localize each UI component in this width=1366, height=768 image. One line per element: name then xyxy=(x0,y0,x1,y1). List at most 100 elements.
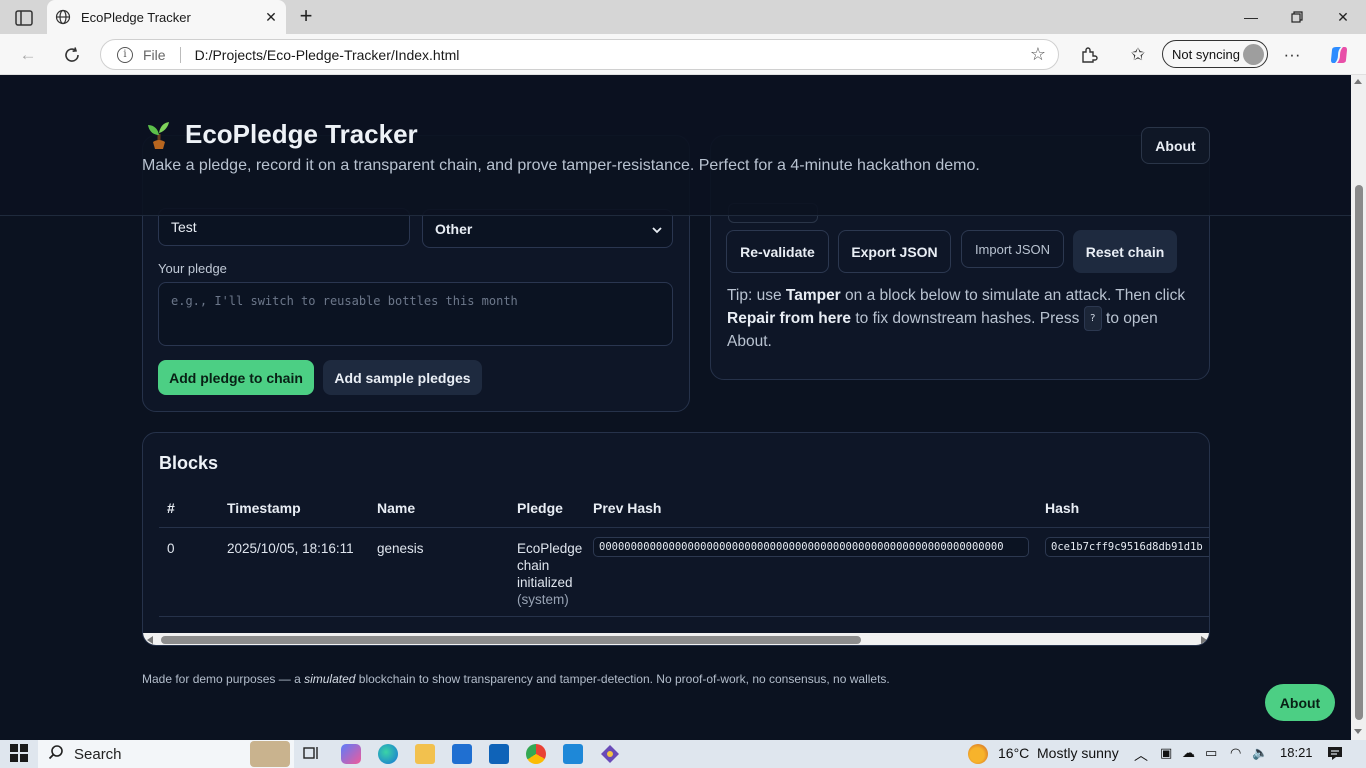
revalidate-button[interactable]: Re-validate xyxy=(726,230,829,273)
weather-condition: Mostly sunny xyxy=(1037,745,1119,761)
import-json-button[interactable]: Import JSON xyxy=(961,230,1064,268)
page-scrollbar[interactable] xyxy=(1351,75,1366,740)
pledge-textarea[interactable]: e.g., I'll switch to reusable bottles th… xyxy=(158,282,673,346)
sync-label: Not syncing xyxy=(1172,46,1240,62)
back-icon[interactable]: ← xyxy=(14,41,42,69)
tip-text: Tip: use Tamper on a block below to simu… xyxy=(727,285,1197,352)
clock-time[interactable]: 18:21 xyxy=(1280,745,1313,760)
scroll-down-icon[interactable] xyxy=(1354,729,1362,734)
tip-after: to fix downstream hashes. Press xyxy=(855,310,1080,327)
favorite-star-icon[interactable]: ☆ xyxy=(1018,44,1058,65)
search-label: Search xyxy=(74,745,122,763)
search-icon xyxy=(48,744,64,764)
globe-icon xyxy=(55,9,71,25)
scroll-right-icon[interactable] xyxy=(1201,636,1207,644)
export-json-button[interactable]: Export JSON xyxy=(838,230,951,273)
table-row-divider xyxy=(159,616,1209,617)
sprout-icon xyxy=(148,121,169,149)
copilot-taskbar-icon[interactable] xyxy=(341,744,361,764)
col-prev-hash: Prev Hash xyxy=(593,500,662,516)
footer-after: blockchain to show transparency and tamp… xyxy=(358,672,890,686)
page-scrollbar-thumb[interactable] xyxy=(1355,185,1363,720)
cell-timestamp: 2025/10/05, 18:16:11 xyxy=(227,541,354,556)
cell-name: genesis xyxy=(377,541,424,556)
app-icon[interactable] xyxy=(600,744,620,764)
tray-apps-icon[interactable]: ▣ xyxy=(1160,745,1172,761)
vscode-icon[interactable] xyxy=(563,744,583,764)
browser-tab-bar: EcoPledge Tracker ✕ + — ✕ xyxy=(0,0,1366,34)
site-info-icon[interactable]: i xyxy=(117,46,133,63)
profile-avatar-icon xyxy=(1243,44,1264,65)
tip-mid: on a block below to simulate an attack. … xyxy=(845,287,1186,304)
pledge-line: EcoPledge xyxy=(517,541,583,556)
wifi-icon[interactable]: ◠ xyxy=(1230,745,1241,761)
app-header: EcoPledge Tracker Make a pledge, record … xyxy=(0,75,1351,216)
col-timestamp: Timestamp xyxy=(227,500,301,516)
pledge-line: chain xyxy=(517,558,550,573)
category-value: Other xyxy=(435,220,473,237)
prev-hash-code: 0000000000000000000000000000000000000000… xyxy=(593,537,1029,557)
store-icon[interactable] xyxy=(452,744,472,764)
shortcut-key: ? xyxy=(1083,306,1102,331)
horizontal-scrollbar[interactable] xyxy=(143,633,1209,645)
tip-tamper: Tamper xyxy=(785,287,841,304)
about-button[interactable]: About xyxy=(1141,127,1210,164)
close-tab-icon[interactable]: ✕ xyxy=(256,9,286,26)
copilot-icon[interactable] xyxy=(1326,42,1352,68)
page-viewport: EcoPledge Tracker Make a pledge, record … xyxy=(0,75,1351,740)
add-pledge-button[interactable]: Add pledge to chain xyxy=(158,360,314,395)
col-index: # xyxy=(167,500,175,516)
about-floating-button[interactable]: About xyxy=(1265,684,1335,721)
tray-chevron-up-icon[interactable]: ︿ xyxy=(1134,745,1148,765)
hash-code: 0ce1b7cff9c9516d8db91d1b xyxy=(1045,537,1209,557)
refresh-icon[interactable] xyxy=(58,41,86,69)
scroll-left-icon[interactable] xyxy=(147,636,153,644)
add-sample-pledges-button[interactable]: Add sample pledges xyxy=(323,360,482,395)
sync-status-button[interactable]: Not syncing xyxy=(1162,40,1268,68)
col-pledge: Pledge xyxy=(517,500,563,516)
outlook-icon[interactable] xyxy=(489,744,509,764)
volume-icon[interactable]: 🔈 xyxy=(1252,745,1268,761)
battery-icon[interactable]: ▭ xyxy=(1205,745,1217,761)
notifications-icon[interactable] xyxy=(1326,744,1346,764)
address-field[interactable]: i File D:/Projects/Eco-Pledge-Tracker/In… xyxy=(100,39,1059,70)
temperature: 16°C xyxy=(998,745,1030,761)
more-menu-icon[interactable]: ··· xyxy=(1279,42,1305,68)
taskbar: Search 16°C Mostly sunny ︿ ▣ ☁ ▭ ◠ 🔈 18:… xyxy=(0,740,1366,768)
col-hash: Hash xyxy=(1045,500,1080,516)
windows-start-icon[interactable] xyxy=(10,744,30,764)
browser-tab[interactable]: EcoPledge Tracker ✕ xyxy=(47,0,286,34)
scrollbar-thumb[interactable] xyxy=(161,636,861,644)
col-name: Name xyxy=(377,500,416,516)
weather-sun-icon[interactable] xyxy=(968,744,988,764)
taskbar-search[interactable]: Search xyxy=(38,740,294,768)
minimize-icon[interactable]: — xyxy=(1228,0,1274,34)
address-scheme: File xyxy=(143,46,166,63)
favorites-icon[interactable]: ✩ xyxy=(1125,42,1151,68)
owl-illustration-icon xyxy=(250,741,290,767)
chrome-icon[interactable] xyxy=(526,744,546,764)
address-separator xyxy=(179,46,181,63)
tab-title: EcoPledge Tracker xyxy=(81,9,191,25)
app-tagline: Make a pledge, record it on a transparen… xyxy=(142,157,980,174)
close-window-icon[interactable]: ✕ xyxy=(1320,0,1366,34)
file-explorer-icon[interactable] xyxy=(415,744,435,764)
scroll-up-icon[interactable] xyxy=(1354,79,1362,84)
address-url[interactable]: D:/Projects/Eco-Pledge-Tracker/Index.htm… xyxy=(195,47,1018,63)
extensions-icon[interactable] xyxy=(1076,42,1102,68)
cell-pledge: EcoPledge chain initialized (system) xyxy=(517,540,583,608)
tab-actions-icon[interactable] xyxy=(10,7,38,29)
app-title: EcoPledge Tracker xyxy=(185,119,418,149)
edge-icon[interactable] xyxy=(378,744,398,764)
tip-repair: Repair from here xyxy=(727,310,852,327)
footer-text: Made for demo purposes — a simulated blo… xyxy=(142,672,890,686)
brand: EcoPledge Tracker xyxy=(145,119,418,150)
cell-index: 0 xyxy=(167,541,175,556)
task-view-icon[interactable] xyxy=(302,744,322,764)
table-header-divider xyxy=(159,527,1209,528)
restore-icon[interactable] xyxy=(1274,0,1320,34)
onedrive-icon[interactable]: ☁ xyxy=(1182,745,1195,761)
new-tab-icon[interactable]: + xyxy=(294,5,318,29)
reset-chain-button[interactable]: Reset chain xyxy=(1073,230,1177,273)
address-bar-row: ← i File D:/Projects/Eco-Pledge-Tracker/… xyxy=(0,34,1366,75)
